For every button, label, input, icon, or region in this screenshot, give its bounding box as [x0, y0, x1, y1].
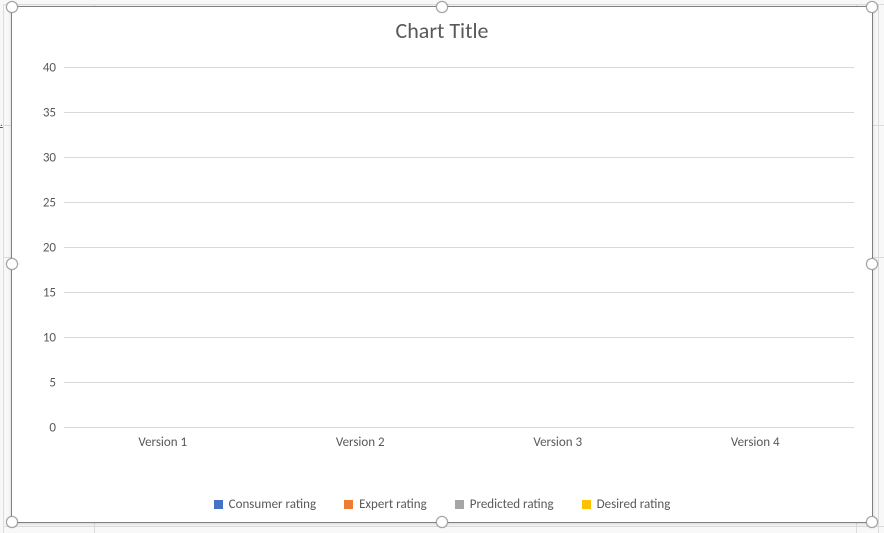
y-tick-label: 15	[26, 286, 56, 301]
sheet-gridline	[878, 4, 879, 533]
selection-handle-se[interactable]	[866, 516, 878, 528]
app-stage: . Chart Title 40 35 30 25 20 15 10 5 0	[0, 0, 884, 533]
legend-swatch	[455, 500, 464, 509]
legend-label: Expert rating	[359, 497, 427, 512]
x-tick-label: Version 1	[73, 435, 253, 450]
x-tick-label: Version 4	[665, 435, 845, 450]
legend-label: Desired rating	[597, 497, 671, 512]
legend-item-predicted[interactable]: Predicted rating	[455, 497, 554, 512]
chart-title[interactable]: Chart Title	[12, 17, 872, 44]
bars-container: Version 1 Version 2 Version 3	[64, 67, 854, 427]
legend-swatch	[214, 500, 223, 509]
selection-handle-n[interactable]	[436, 1, 448, 13]
legend-swatch	[582, 500, 591, 509]
legend-item-expert[interactable]: Expert rating	[344, 497, 427, 512]
x-tick-label: Version 3	[468, 435, 648, 450]
y-tick-label: 20	[26, 241, 56, 256]
legend-item-consumer[interactable]: Consumer rating	[214, 497, 316, 512]
selection-handle-sw[interactable]	[6, 516, 18, 528]
y-tick-label: 40	[26, 61, 56, 76]
gridline: 0	[64, 427, 854, 428]
plot-area[interactable]: 40 35 30 25 20 15 10 5 0 Version 1	[64, 67, 854, 427]
legend-label: Predicted rating	[470, 497, 554, 512]
legend-label: Consumer rating	[229, 497, 316, 512]
selection-handle-e[interactable]	[866, 258, 878, 270]
y-tick-label: 25	[26, 196, 56, 211]
y-tick-label: 35	[26, 106, 56, 121]
y-tick-label: 0	[26, 421, 56, 436]
selection-handle-w[interactable]	[6, 258, 18, 270]
selection-handle-nw[interactable]	[6, 1, 18, 13]
y-tick-label: 10	[26, 331, 56, 346]
selection-handle-ne[interactable]	[866, 1, 878, 13]
y-tick-label: 5	[26, 376, 56, 391]
selection-handle-s[interactable]	[436, 516, 448, 528]
sheet-gridline	[3, 4, 4, 533]
legend-swatch	[344, 500, 353, 509]
y-tick-label: 30	[26, 151, 56, 166]
x-tick-label: Version 2	[270, 435, 450, 450]
chart-object[interactable]: Chart Title 40 35 30 25 20 15 10 5 0	[11, 6, 873, 523]
sheet-cell-fragment: .	[0, 116, 10, 129]
legend-item-desired[interactable]: Desired rating	[582, 497, 671, 512]
legend[interactable]: Consumer rating Expert rating Predicted …	[12, 497, 872, 512]
